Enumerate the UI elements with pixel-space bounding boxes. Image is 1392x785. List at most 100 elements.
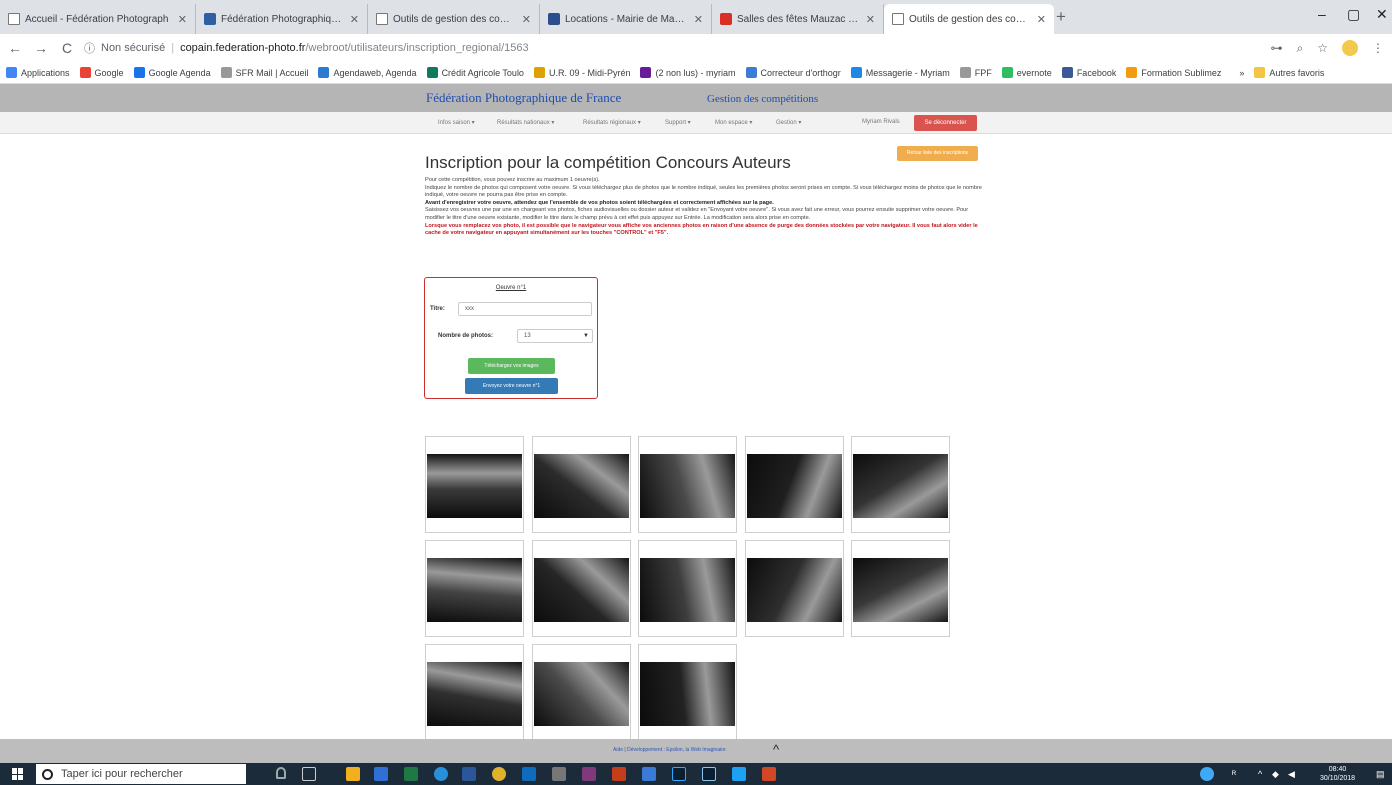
- photo-thumbnail[interactable]: [425, 436, 524, 533]
- browser-tab[interactable]: Fédération Photographique de F ✕: [196, 4, 368, 34]
- titre-input[interactable]: xxx: [458, 302, 592, 316]
- bookmark-item[interactable]: Messagerie - Myriam: [850, 67, 950, 78]
- reload-icon[interactable]: C: [56, 40, 78, 56]
- lightroom-icon[interactable]: [702, 767, 716, 781]
- twitter-icon[interactable]: [732, 767, 746, 781]
- browser-tab[interactable]: Accueil - Fédération Photograph ✕: [0, 4, 196, 34]
- photo-thumbnail[interactable]: [425, 540, 524, 637]
- browser-tab[interactable]: Locations - Mairie de Mauzac ✕: [540, 4, 712, 34]
- close-icon[interactable]: ✕: [864, 13, 877, 26]
- photo-thumbnail[interactable]: [531, 436, 631, 533]
- file-explorer-icon[interactable]: [346, 767, 360, 781]
- maximize-icon[interactable]: ▢: [1347, 6, 1360, 23]
- back-arrow-icon[interactable]: ←: [4, 40, 26, 56]
- minimize-icon[interactable]: –: [1318, 6, 1326, 22]
- windows-start-icon[interactable]: [12, 768, 24, 780]
- store-icon[interactable]: [374, 767, 388, 781]
- task-view-icon[interactable]: [302, 767, 316, 781]
- close-icon[interactable]: ✕: [176, 13, 189, 26]
- calculator-icon[interactable]: [552, 767, 566, 781]
- zoom-icon[interactable]: ⌕: [1297, 41, 1304, 56]
- fpf-icon: [204, 13, 216, 25]
- bookmark-item[interactable]: Google: [79, 67, 124, 78]
- microphone-icon[interactable]: [276, 767, 286, 779]
- close-icon[interactable]: ✕: [348, 13, 361, 26]
- close-icon[interactable]: ✕: [520, 13, 533, 26]
- assistant-icon[interactable]: [1200, 767, 1214, 781]
- browser-tab[interactable]: Salles des fêtes Mauzac (31410) ✕: [712, 4, 884, 34]
- taskbar-search[interactable]: Taper ici pour rechercher: [36, 764, 246, 784]
- photos-count-select[interactable]: 13 ▼: [517, 329, 593, 343]
- photo-thumbnail[interactable]: [638, 644, 737, 741]
- footer-links[interactable]: Aide | Développement : Epsilon, la Web I…: [613, 747, 726, 753]
- chrome-icon[interactable]: [492, 767, 506, 781]
- edge-icon[interactable]: [434, 767, 448, 781]
- powerpoint-icon[interactable]: [612, 767, 626, 781]
- tray-expand-icon[interactable]: ^: [1258, 769, 1262, 779]
- url-field[interactable]: ⓘ Non sécurisé | copain.federation-photo…: [84, 37, 1284, 59]
- close-icon[interactable]: ✕: [692, 13, 705, 26]
- new-tab-icon[interactable]: +: [1056, 7, 1066, 27]
- nav-infos-saison[interactable]: Infos saison ▾: [438, 119, 475, 126]
- logout-button[interactable]: Se déconnecter: [914, 115, 977, 131]
- bookmark-item[interactable]: Crédit Agricole Toulo: [426, 67, 524, 78]
- bookmark-item[interactable]: U.R. 09 - Midi-Pyrén: [533, 67, 630, 78]
- back-to-list-button[interactable]: Retour liste des inscriptions: [897, 146, 978, 161]
- photo-thumbnail[interactable]: [744, 436, 844, 533]
- browser-tab[interactable]: Outils de gestion des concours ✕: [368, 4, 540, 34]
- nav-resultats-nationaux[interactable]: Résultats nationaux ▾: [497, 119, 554, 126]
- nav-gestion[interactable]: Gestion ▾: [776, 119, 801, 126]
- nav-support[interactable]: Support ▾: [665, 119, 691, 126]
- onenote-icon[interactable]: [582, 767, 596, 781]
- bookmark-item[interactable]: evernote: [1001, 67, 1052, 78]
- bookmark-item[interactable]: Facebook: [1061, 67, 1116, 78]
- photo-thumbnail[interactable]: [425, 644, 524, 741]
- photo-thumbnail[interactable]: [531, 540, 631, 637]
- word-icon[interactable]: [462, 767, 476, 781]
- bookmark-item[interactable]: Google Agenda: [133, 67, 211, 78]
- forward-arrow-icon[interactable]: →: [30, 40, 52, 56]
- photos-app-icon[interactable]: [642, 767, 656, 781]
- photoshop-icon[interactable]: [672, 767, 686, 781]
- photo-thumbnail[interactable]: [638, 436, 737, 533]
- site-title[interactable]: Fédération Photographique de France: [426, 90, 621, 106]
- bookmark-item[interactable]: (2 non lus) - myriam: [640, 67, 736, 78]
- star-icon[interactable]: ☆: [1317, 41, 1328, 55]
- window-close-icon[interactable]: ✕: [1376, 6, 1388, 23]
- upload-images-button[interactable]: Téléchargez vos images: [468, 358, 555, 374]
- volume-icon[interactable]: ◀: [1288, 769, 1295, 780]
- info-icon[interactable]: ⓘ: [84, 40, 95, 56]
- network-icon[interactable]: ◆: [1272, 769, 1279, 780]
- notifications-icon[interactable]: ▤: [1376, 769, 1385, 780]
- close-icon[interactable]: ✕: [1035, 13, 1048, 26]
- excel-icon[interactable]: [404, 767, 418, 781]
- photo-thumbnail[interactable]: [744, 540, 844, 637]
- photo-thumbnail[interactable]: [851, 540, 950, 637]
- project-icon[interactable]: [762, 767, 776, 781]
- bookmarks-more-icon[interactable]: »: [1239, 68, 1244, 78]
- photo-thumbnail[interactable]: [851, 436, 950, 533]
- bookmark-item[interactable]: Autres favoris: [1254, 67, 1324, 78]
- bookmark-item[interactable]: FPF: [959, 67, 992, 78]
- photo-thumbnail[interactable]: [531, 644, 631, 741]
- menu-icon[interactable]: ⋮: [1372, 41, 1384, 55]
- site-subtitle[interactable]: Gestion des compétitions: [707, 93, 818, 105]
- key-icon[interactable]: ⊶: [1271, 41, 1283, 55]
- bookmark-item[interactable]: Correcteur d'orthogr: [745, 67, 841, 78]
- nav-mon-espace[interactable]: Mon espace ▾: [715, 119, 752, 126]
- send-oeuvre-button[interactable]: Envoyez votre oeuvre n°1: [465, 378, 558, 394]
- taskbar-clock[interactable]: 08:40 30/10/2018: [1320, 765, 1355, 783]
- bookmark-item[interactable]: Applications: [6, 67, 70, 78]
- user-name[interactable]: Myriam Rivals: [862, 119, 900, 125]
- profile-avatar[interactable]: [1342, 40, 1358, 56]
- people-icon[interactable]: ᴿ: [1232, 769, 1236, 779]
- windows-taskbar: Taper ici pour rechercher ᴿ ^ ◆ ◀ 08:40 3…: [0, 763, 1392, 785]
- bookmark-item[interactable]: Formation Sublimez: [1126, 67, 1221, 78]
- browser-tab-active[interactable]: Outils de gestion des concours ✕: [884, 4, 1054, 34]
- scroll-top-icon[interactable]: ^: [773, 742, 779, 757]
- bookmark-item[interactable]: SFR Mail | Accueil: [220, 67, 308, 78]
- photo-thumbnail[interactable]: [638, 540, 737, 637]
- outlook-icon[interactable]: [522, 767, 536, 781]
- bookmark-item[interactable]: Agendaweb, Agenda: [318, 67, 417, 78]
- nav-resultats-regionaux[interactable]: Résultats régionaux ▾: [583, 119, 641, 126]
